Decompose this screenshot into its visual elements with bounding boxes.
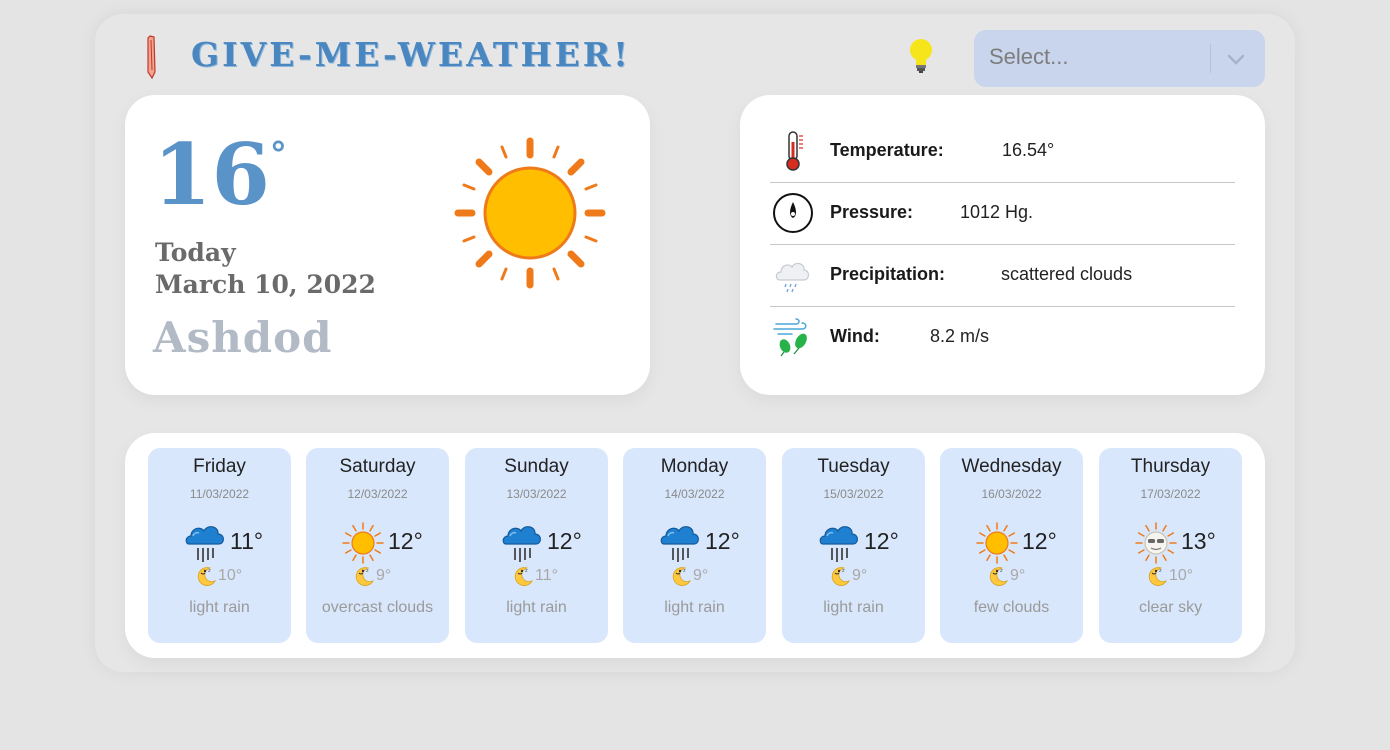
current-temp-value: 16 <box>153 125 270 224</box>
moon-icon: z <box>197 567 217 586</box>
forecast-min-temp: 10° <box>218 567 243 584</box>
forecast-day-card: Thursday 17/03/2022 13° z 10° clear sky <box>1099 448 1242 643</box>
moon-icon: z <box>1148 567 1168 586</box>
current-temperature: 16° <box>153 125 287 225</box>
forecast-min-temp: 9° <box>852 567 868 584</box>
moon-icon: z <box>514 567 534 586</box>
forecast-day-card: Wednesday 16/03/2022 12° z 9° few clouds <box>940 448 1083 643</box>
forecast-description: light rain <box>823 599 884 616</box>
temperature-label: Temperature: <box>830 140 944 160</box>
svg-text:z: z <box>683 568 686 574</box>
forecast-max-temp: 13° <box>1181 528 1216 554</box>
cloud-icon <box>775 262 810 293</box>
forecast-day-name: Tuesday <box>817 456 890 477</box>
sun-icon <box>976 522 1018 564</box>
rain-cloud-icon <box>660 526 699 562</box>
chevron-down-icon[interactable] <box>1226 49 1246 69</box>
moon-icon: z <box>989 567 1009 586</box>
current-date: March 10, 2022 <box>155 270 376 299</box>
forecast-day-card: Monday 14/03/2022 12° z 9° light rain <box>623 448 766 643</box>
forecast-day-name: Sunday <box>504 456 569 477</box>
wind-icon <box>773 318 807 357</box>
forecast-max-temp: 12° <box>864 528 899 554</box>
forecast-min-temp: 9° <box>376 567 392 584</box>
header: GIVE-ME-WEATHER! Select... <box>95 14 1295 94</box>
svg-text:z: z <box>842 568 845 574</box>
forecast-date: 15/03/2022 <box>823 487 884 501</box>
detail-row-precipitation: Precipitation: scattered clouds <box>770 244 1235 307</box>
current-date-block: Today March 10, 2022 <box>155 237 376 301</box>
current-weather-card: 16° Today March 10, 2022 Ashdod <box>125 95 650 395</box>
forecast-day-name: Thursday <box>1130 456 1211 477</box>
pressure-label: Pressure: <box>830 202 914 222</box>
moon-icon: z <box>672 567 692 586</box>
degree-symbol: ° <box>269 135 287 175</box>
lightbulb-icon[interactable] <box>905 36 937 76</box>
forecast-day-name: Monday <box>660 456 729 477</box>
select-placeholder: Select... <box>989 44 1069 69</box>
forecast-max-temp: 12° <box>388 528 423 554</box>
forecast-min-temp: 10° <box>1169 567 1194 584</box>
svg-text:z: z <box>366 568 369 574</box>
forecast-min-temp: 9° <box>1010 567 1026 584</box>
rain-cloud-icon <box>502 526 541 562</box>
forecast-description: light rain <box>506 599 567 616</box>
select-separator <box>1210 44 1211 73</box>
forecast-max-temp: 11° <box>230 528 264 554</box>
forecast-description: light rain <box>664 599 725 616</box>
detail-row-pressure: Pressure: 1012 Hg. <box>770 182 1235 245</box>
precipitation-label: Precipitation: <box>830 264 946 284</box>
forecast-description: few clouds <box>973 599 1050 616</box>
app-container: GIVE-ME-WEATHER! Select... 16° Today Mar… <box>95 14 1295 672</box>
svg-text:z: z <box>1000 568 1003 574</box>
detail-row-wind: Wind: 8.2 m/s <box>770 306 1235 368</box>
moon-icon: z <box>355 567 375 586</box>
forecast-day-name: Wednesday <box>961 456 1062 477</box>
forecast-day-card: Saturday 12/03/2022 12° z 9° overcast clouds <box>306 448 449 643</box>
app-title: GIVE-ME-WEATHER! <box>191 35 631 74</box>
forecast-day-card: Sunday 13/03/2022 12° z 11° light rain <box>465 448 608 643</box>
svg-text:z: z <box>525 568 528 574</box>
forecast-day-name: Saturday <box>339 456 416 477</box>
forecast-date: 11/03/2022 <box>189 487 250 501</box>
rain-cloud-icon <box>819 526 858 562</box>
compass-icon <box>773 193 813 233</box>
forecast-date: 14/03/2022 <box>664 487 725 501</box>
today-label: Today <box>155 238 236 267</box>
sun-icon <box>342 522 384 564</box>
forecast-description: overcast clouds <box>321 599 434 616</box>
pressure-value: 1012 Hg. <box>960 202 1034 222</box>
city-name: Ashdod <box>153 313 333 362</box>
forecast-date: 13/03/2022 <box>506 487 567 501</box>
forecast-date: 12/03/2022 <box>347 487 408 501</box>
wind-label: Wind: <box>830 326 880 346</box>
forecast-day-card: Tuesday 15/03/2022 12° z 9° light rain <box>782 448 925 643</box>
rain-cloud-icon <box>185 526 224 562</box>
temperature-value: 16.54° <box>1002 140 1055 160</box>
sun-icon <box>454 137 606 289</box>
svg-text:z: z <box>1159 568 1162 574</box>
forecast-day-card: Friday 11/03/2022 11° z 10° light rain <box>148 448 291 643</box>
forecast-max-temp: 12° <box>547 528 582 554</box>
forecast-card: Friday 11/03/2022 11° z 10° light rain Saturda… <box>125 433 1265 658</box>
detail-row-temperature: Temperature: 16.54° <box>770 120 1235 183</box>
precipitation-value: scattered clouds <box>1001 264 1133 284</box>
svg-text:z: z <box>208 568 211 574</box>
thermometer-icon <box>786 131 803 171</box>
wind-value: 8.2 m/s <box>930 326 990 346</box>
city-select[interactable]: Select... <box>974 30 1265 87</box>
forecast-description: light rain <box>189 599 250 616</box>
forecast-date: 16/03/2022 <box>981 487 1042 501</box>
forecast-day-name: Friday <box>193 456 246 477</box>
forecast-description: clear sky <box>1138 599 1203 616</box>
forecast-min-temp: 11° <box>535 567 559 584</box>
forecast-min-temp: 9° <box>693 567 709 584</box>
moon-icon: z <box>831 567 851 586</box>
forecast-date: 17/03/2022 <box>1140 487 1201 501</box>
sun-sunglasses-icon <box>1135 522 1177 564</box>
forecast-max-temp: 12° <box>1022 528 1057 554</box>
details-card: Temperature: 16.54° Pressure: 1012 Hg. P… <box>740 95 1265 395</box>
thermometer-pencil-icon <box>147 35 156 80</box>
forecast-max-temp: 12° <box>705 528 740 554</box>
